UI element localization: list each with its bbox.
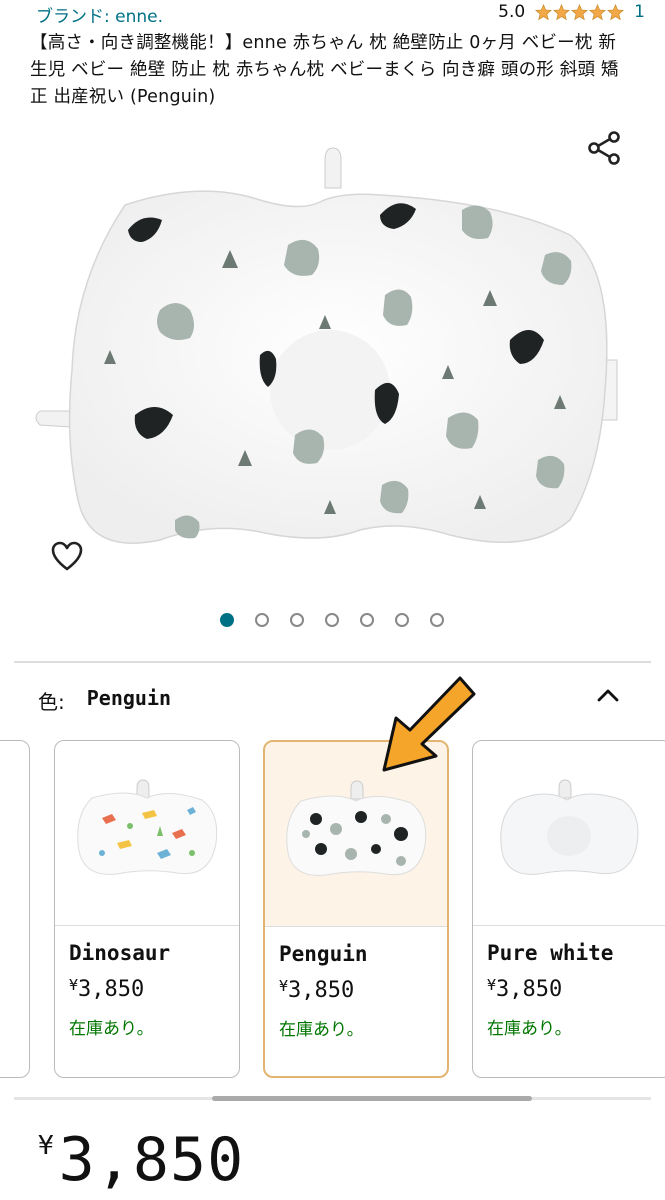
variant-card-previous[interactable] xyxy=(0,740,30,1078)
variant-card-penguin[interactable]: Penguin ¥3,850 在庫あり。 xyxy=(263,740,449,1078)
variant-card-pure-white[interactable]: Pure white ¥3,850 在庫あり。 xyxy=(472,740,665,1078)
variant-price: ¥3,850 xyxy=(69,976,145,1002)
pagination-dot[interactable] xyxy=(325,613,339,627)
product-price: ¥3,850 xyxy=(38,1125,245,1195)
pagination-dot[interactable] xyxy=(255,613,269,627)
pagination-dot[interactable] xyxy=(220,613,234,627)
star-icon xyxy=(589,3,607,20)
pagination-dot[interactable] xyxy=(360,613,374,627)
variant-thumbnail xyxy=(473,741,665,926)
variant-stock: 在庫あり。 xyxy=(279,1020,364,1040)
image-pagination xyxy=(220,613,444,627)
variant-stock: 在庫あり。 xyxy=(69,1019,154,1039)
penguin-pillow-image xyxy=(286,780,427,876)
divider xyxy=(14,661,651,663)
heart-icon[interactable] xyxy=(50,540,84,574)
pagination-dot[interactable] xyxy=(395,613,409,627)
chevron-up-icon[interactable] xyxy=(595,683,621,709)
variant-price: ¥3,850 xyxy=(487,976,563,1002)
pure-white-pillow-image xyxy=(500,779,639,875)
variant-scrollbar[interactable] xyxy=(212,1096,532,1101)
star-icon xyxy=(535,3,553,20)
variant-thumbnail xyxy=(55,741,239,926)
variant-card-dinosaur[interactable]: Dinosaur ¥3,850 在庫あり。 xyxy=(54,740,240,1078)
rating-value: 5.0 xyxy=(498,2,526,22)
star-icon xyxy=(571,3,589,20)
pagination-dot[interactable] xyxy=(430,613,444,627)
variant-price: ¥3,850 xyxy=(279,977,355,1003)
star-icon xyxy=(607,3,625,20)
color-value: Penguin xyxy=(86,686,172,710)
star-rating xyxy=(535,3,625,21)
variant-name: Dinosaur xyxy=(69,941,171,965)
pagination-dot[interactable] xyxy=(290,613,304,627)
variant-name: Pure white xyxy=(487,941,614,965)
product-title: 【高さ・向き調整機能！】enne 赤ちゃん 枕 絶壁防止 0ヶ月 ベビー枕 新生… xyxy=(30,33,619,107)
variant-name: Penguin xyxy=(279,942,368,966)
variant-stock: 在庫あり。 xyxy=(487,1019,572,1039)
dinosaur-pillow-image xyxy=(77,779,218,875)
annotation-arrow-icon xyxy=(382,676,476,772)
color-label: 色: xyxy=(38,690,65,714)
rating[interactable]: 5.0 1 xyxy=(498,2,645,22)
star-icon xyxy=(553,3,571,20)
product-main-image[interactable] xyxy=(30,140,620,560)
rating-count[interactable]: 1 xyxy=(634,2,645,22)
color-selector: 色: Penguin xyxy=(38,686,171,715)
header-row: ブランド: enne. 5.0 1 xyxy=(36,2,645,28)
brand-link[interactable]: ブランド: enne. xyxy=(36,2,163,27)
